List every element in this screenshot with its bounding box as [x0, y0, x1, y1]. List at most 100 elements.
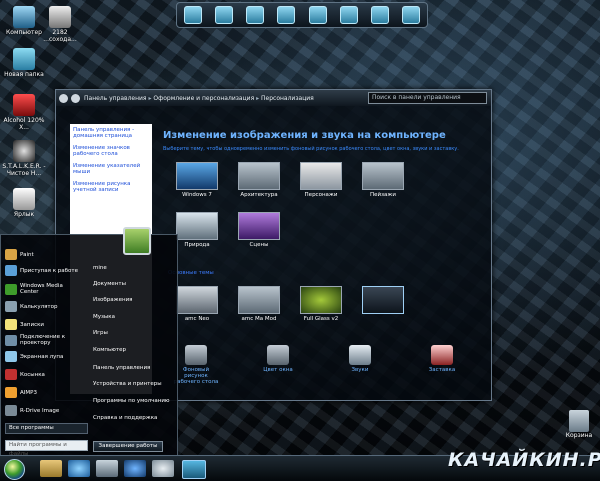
start-item-calculator[interactable]: Калькулятор [5, 301, 80, 312]
start-item-magnifier[interactable]: Экранная лупа [5, 351, 80, 362]
link-desktop-icons[interactable]: Изменение значков рабочего стола [73, 145, 149, 157]
theme-amc-ma-mod[interactable]: amc Ma Mod [230, 286, 288, 322]
taskbar-media-icon[interactable] [96, 460, 118, 477]
computer-icon [13, 6, 35, 28]
theme-architecture[interactable]: Архитектура [230, 162, 288, 198]
window-toolbar: Панель управления ▸ Оформление и персона… [56, 90, 491, 106]
theme-selected[interactable] [354, 286, 412, 322]
chevron-right-icon: ▸ [254, 94, 262, 102]
all-programs-button[interactable]: Все программы [5, 423, 88, 434]
forward-arrow-icon[interactable] [71, 93, 80, 103]
dock-arrow-icon[interactable] [402, 6, 421, 24]
start-item-solitaire[interactable]: Косынка [5, 369, 80, 380]
desktop-icon-new-folder[interactable]: Новая папка [2, 48, 46, 78]
start-item-media-center[interactable]: Windows Media Center [5, 283, 80, 295]
desktop-icon-stalker[interactable]: S.T.A.L.K.E.R. - Чистое Н... [2, 140, 46, 177]
desktop-icon-recycle-bin[interactable]: Корзина [562, 410, 596, 439]
start-link-help[interactable]: Справка и поддержка [93, 415, 157, 421]
page-title: Изменение изображения и звука на компьют… [163, 130, 446, 141]
desktop-icon-shortcut[interactable]: Ярлык [2, 188, 46, 218]
watermark-text: КАЧАЙКИН.РУ [448, 449, 600, 471]
theme-row-2: Природа Сцены [168, 212, 288, 248]
theme-full-glass[interactable]: Full Glass v2 [292, 286, 350, 322]
aimp-icon [5, 387, 17, 398]
breadcrumb: Панель управления ▸ Оформление и персона… [80, 95, 318, 102]
start-link-control-panel[interactable]: Панель управления [93, 365, 150, 371]
dock-document-icon[interactable] [277, 6, 296, 24]
start-orb-windows-icon[interactable] [4, 459, 25, 480]
recycle-bin-icon [569, 410, 589, 432]
alcohol-disc-icon [13, 94, 35, 116]
sounds-button[interactable]: Звуки [335, 345, 385, 385]
start-item-aimp3[interactable]: AIMP3 [5, 387, 80, 398]
start-link-documents[interactable]: Документы [93, 281, 126, 287]
start-link-games[interactable]: Игры [93, 330, 108, 336]
file-icon [49, 6, 71, 28]
shortcut-icon [13, 188, 35, 210]
taskbar-control-panel-icon[interactable] [182, 460, 206, 479]
dock-monitor-icon[interactable] [183, 6, 202, 24]
dock-list-icon[interactable] [246, 6, 265, 24]
theme-thumbnail [362, 286, 404, 314]
start-link-pictures[interactable]: Изображения [93, 297, 132, 303]
start-link-user[interactable]: mine [93, 265, 107, 271]
desktop-icon-alcohol[interactable]: Alcohol 120% X... [2, 94, 46, 131]
shutdown-button[interactable]: Завершение работы [93, 441, 163, 452]
personalization-options: Фоновый рисунок рабочего стола Цвет окна… [171, 345, 467, 385]
dock-search-icon[interactable] [214, 6, 233, 24]
link-mouse-pointers[interactable]: Изменение указателей мыши [73, 163, 149, 175]
getting-started-icon [5, 265, 17, 276]
back-arrow-icon[interactable] [59, 93, 68, 103]
breadcrumb-appearance[interactable]: Оформление и персонализация [153, 95, 254, 102]
dock-download-icon[interactable] [339, 6, 358, 24]
theme-landscapes[interactable]: Пейзажи [354, 162, 412, 198]
link-account-picture[interactable]: Изменение рисунка учетной записи [73, 181, 149, 193]
taskbar-app-icon[interactable] [124, 460, 146, 477]
r-drive-icon [5, 405, 17, 416]
theme-thumbnail [238, 286, 280, 314]
dock-screen-icon[interactable] [371, 6, 390, 24]
start-item-projector[interactable]: Подключение к проектору [5, 334, 80, 346]
theme-scenes[interactable]: Сцены [230, 212, 288, 248]
window-color-icon [267, 345, 289, 365]
media-center-icon [5, 283, 17, 295]
start-link-default-programs[interactable]: Программы по умолчанию [93, 398, 170, 404]
theme-thumbnail [300, 162, 342, 190]
theme-thumbnail [300, 286, 342, 314]
theme-windows7[interactable]: Windows 7 [168, 162, 226, 198]
start-item-getting-started[interactable]: Приступая к работе [5, 265, 80, 276]
folder-icon [13, 48, 35, 70]
desktop-background-button[interactable]: Фоновый рисунок рабочего стола [171, 345, 221, 385]
solitaire-icon [5, 369, 17, 380]
theme-row-3: amc Neo amc Ma Mod Full Glass v2 [168, 286, 412, 322]
calculator-icon [5, 301, 17, 312]
breadcrumb-personalization[interactable]: Персонализация [261, 95, 314, 102]
projector-icon [5, 334, 17, 346]
dock-folder-icon[interactable] [308, 6, 327, 24]
start-search-input[interactable]: Найти программы и файлы [5, 440, 88, 457]
paint-icon [5, 249, 17, 260]
wallpaper-icon [185, 345, 207, 365]
taskbar-app2-icon[interactable] [152, 460, 174, 477]
breadcrumb-control-panel[interactable]: Панель управления [84, 95, 147, 102]
screensaver-button[interactable]: Заставка [417, 345, 467, 385]
control-panel-search-input[interactable]: Поиск в панели управления [368, 92, 487, 104]
theme-characters[interactable]: Персонажи [292, 162, 350, 198]
start-link-computer[interactable]: Компьютер [93, 347, 126, 353]
screensaver-icon [431, 345, 453, 365]
theme-thumbnail [176, 212, 218, 240]
window-color-button[interactable]: Цвет окна [253, 345, 303, 385]
desktop-icon-file[interactable]: 2182 ...сохода... [38, 6, 82, 43]
sticky-notes-icon [5, 319, 17, 330]
sounds-icon [349, 345, 371, 365]
start-link-devices-printers[interactable]: Устройства и принтеры [93, 381, 162, 387]
start-item-paint[interactable]: Paint [5, 249, 80, 260]
link-control-panel-home[interactable]: Панель управления - домашняя страница [73, 127, 149, 139]
user-avatar[interactable] [123, 227, 151, 255]
start-item-sticky-notes[interactable]: Записки [5, 319, 80, 330]
start-link-music[interactable]: Музыка [93, 314, 115, 320]
start-item-r-drive[interactable]: R-Drive Image [5, 405, 80, 416]
taskbar-explorer-icon[interactable] [40, 460, 62, 477]
theme-row-1: Windows 7 Архитектура Персонажи Пейзажи [168, 162, 412, 198]
taskbar-ie-icon[interactable] [68, 460, 90, 477]
